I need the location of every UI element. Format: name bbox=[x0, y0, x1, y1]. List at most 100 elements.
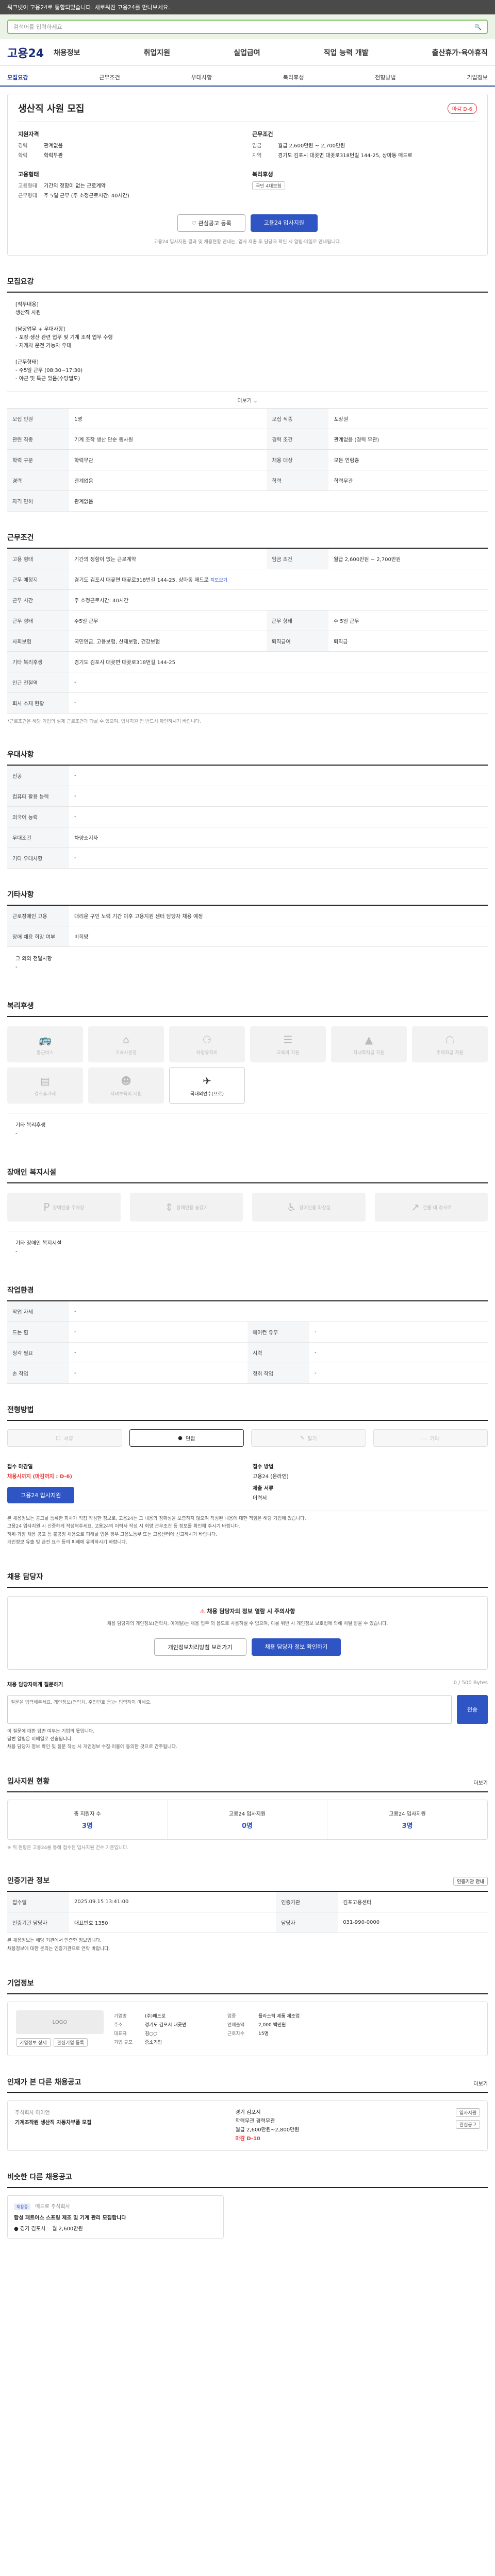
related-card[interactable]: 주식회사 아이언 기계조작원 생산직 자동차부품 모집 경기 김포시 학력무관 … bbox=[7, 2100, 488, 2151]
tab-company[interactable]: 기업정보 bbox=[467, 73, 487, 81]
status-more-link[interactable]: 더보기 bbox=[473, 1778, 488, 1786]
table-key: 경력 조건 bbox=[267, 429, 329, 450]
gnb-item[interactable]: 채용정보 bbox=[54, 47, 80, 58]
info-key: 근로자수 bbox=[227, 2031, 245, 2037]
apply-button-2[interactable]: 고용24 입사지원 bbox=[7, 1487, 75, 1503]
method-label: 필기 bbox=[307, 1436, 317, 1442]
table-key: 회사 소재 현황 bbox=[7, 692, 69, 714]
table-key: 자격 면허 bbox=[7, 490, 69, 512]
extra-value: - bbox=[15, 964, 18, 970]
table-key: 장애 채용 희망 여부 bbox=[7, 926, 69, 947]
tab-conditions[interactable]: 근무조건 bbox=[99, 73, 120, 81]
welfare-tile: ⚆ 차량유지비 bbox=[169, 1026, 245, 1062]
welfare-section: 복리후생 🚌 통근버스 ⌂ 기숙사운영 ⚆ 차량유지비 ☰ 교육비 지원 ▲ 자녀학자금 … bbox=[7, 1001, 488, 1146]
table-value: - bbox=[69, 766, 488, 786]
table-key: 손 작업 bbox=[7, 1363, 69, 1384]
related-scrap-button[interactable]: 관심공고 bbox=[455, 2120, 480, 2129]
welfare-label: 차량유지비 bbox=[196, 1050, 218, 1056]
tab-recruit[interactable]: 모집요강 bbox=[7, 73, 28, 81]
inquiry-send-button[interactable]: 전송 bbox=[457, 1694, 488, 1724]
table-row: 근무 예정지 경기도 김포시 대곶면 대곶로318번길 144-25, 상마동 매… bbox=[7, 569, 488, 590]
top-banner: 워크넷이 고용24로 통합되었습니다. 새로워진 고용24를 만나보세요. bbox=[0, 0, 495, 14]
table-key: 모집 직종 bbox=[267, 409, 329, 429]
gnb-item[interactable]: 취업지원 bbox=[144, 47, 171, 58]
similar-card[interactable]: 채용중 매드로 주식회사 합성 패트어스 스프링 제조 및 기계 관리 모집합니… bbox=[7, 2195, 224, 2239]
similar-company: 매드로 주식회사 bbox=[35, 2204, 70, 2210]
site-logo[interactable]: 고용24 bbox=[7, 44, 54, 61]
related-line: 마감 D-10 bbox=[235, 2136, 260, 2142]
table-key: 인증기관 bbox=[276, 1892, 338, 1913]
bus-icon: 🚌 bbox=[39, 1033, 52, 1046]
search-input[interactable]: 검색어를 입력하세요 🔍 bbox=[7, 20, 488, 34]
summary-head-conditions: 근무조건 bbox=[252, 131, 273, 138]
table-value: - bbox=[309, 1363, 488, 1384]
similar-job-title[interactable]: 합성 패트어스 스프링 제조 및 기계 관리 모집합니다 bbox=[14, 2213, 217, 2221]
table-row: 근로장애인 고용 대리운 구인 노력 기간 이후 고용지원 센터 담당자 채용 예… bbox=[7, 906, 488, 926]
inquiry-head: 채용 담당자에게 질문하기 0 / 500 Bytes bbox=[7, 1680, 488, 1688]
show-contact-button[interactable]: 채용 담당자 정보 확인하기 bbox=[251, 1638, 341, 1656]
gnb-item[interactable]: 직업 능력 개발 bbox=[324, 47, 369, 58]
table-value: - bbox=[69, 806, 488, 827]
table-value: 차량소지자 bbox=[69, 827, 488, 848]
gnb-item[interactable]: 출산휴가·육아휴직 bbox=[432, 47, 488, 58]
agency-table: 접수일 2025.09.15 13:41:00 인증기관 김포고용센터 인증기관 담당… bbox=[7, 1892, 488, 1934]
section-tabs: 모집요강 근무조건 우대사항 복리후생 전형방법 기업정보 bbox=[0, 66, 495, 87]
table-value: 2025.09.15 13:41:00 bbox=[69, 1892, 276, 1913]
global-nav: 고용24 채용정보 취업지원 실업급여 직업 능력 개발 출산휴가·육아휴직 bbox=[0, 39, 495, 66]
note-line: 답변 알림은 이메일로 전송됩니다. bbox=[7, 1736, 73, 1742]
related-job-title[interactable]: 기계조작원 생산직 자동차부품 모집 bbox=[15, 2118, 225, 2126]
related-header: 인재가 본 다른 채용공고 더보기 bbox=[7, 2077, 488, 2094]
tab-preference[interactable]: 우대사항 bbox=[191, 73, 212, 81]
deadline-label: 접수 마감일 bbox=[7, 1464, 33, 1470]
table-value: - bbox=[69, 672, 488, 693]
map-link[interactable]: 지도보기 bbox=[210, 578, 227, 583]
related-apply-button[interactable]: 입사지원 bbox=[455, 2108, 480, 2117]
welfare-tile: ☻ 자녀보육비 지원 bbox=[88, 1067, 164, 1104]
table-key: 근무 형태 bbox=[7, 610, 69, 631]
table-row: 기타 복리후생 경기도 김포시 대곶면 대곶로318번길 144-25 bbox=[7, 651, 488, 672]
scrap-button[interactable]: ♡ 관심공고 등록 bbox=[177, 214, 245, 232]
table-row: 고용 형태 기간의 정함이 없는 근로계약 임금 조건 월급 2,600만원 ~ 2,… bbox=[7, 549, 488, 569]
welfare-tile: ⌂ 기숙사운영 bbox=[88, 1026, 164, 1062]
table-key: 청취 작업 bbox=[248, 1363, 309, 1384]
more-button[interactable]: 더보기 ⌄ bbox=[7, 392, 488, 409]
table-row: 경력 관계없음 학력 학력무관 bbox=[7, 470, 488, 491]
inquiry-form: 전송 bbox=[7, 1694, 488, 1724]
company-detail-button[interactable]: 기업정보 상세 bbox=[16, 2038, 51, 2047]
inquiry-input[interactable] bbox=[7, 1694, 452, 1724]
table-key: 근무 예정지 bbox=[7, 569, 69, 590]
info-key: 연매출액 bbox=[227, 2023, 245, 2028]
facility-label: 장애인용 승강기 bbox=[176, 1205, 208, 1211]
related-line: 월급 2,600만원~2,800만원 bbox=[235, 2127, 300, 2133]
tab-method[interactable]: 전형방법 bbox=[375, 73, 395, 81]
info-value: 플라스틱 제품 제조업 bbox=[258, 2014, 300, 2020]
desc-line bbox=[15, 350, 480, 359]
recruit-description: [직무내용] 생산직 사원 [담당업무 + 우대사항] - 포장·생산 관련 업… bbox=[7, 293, 488, 392]
chevron-down-icon: ⌄ bbox=[253, 398, 258, 404]
table-row: 우대조건 차량소지자 bbox=[7, 827, 488, 848]
stat-item: 고용24 입사지원 0명 bbox=[168, 1800, 327, 1840]
summary-key: 지역 bbox=[252, 153, 262, 159]
other-value: - bbox=[15, 1131, 18, 1137]
privacy-button[interactable]: 개인정보처리방침 보러가기 bbox=[154, 1638, 246, 1656]
search-icon[interactable]: 🔍 bbox=[474, 24, 482, 30]
prefer-table: 전공 - 컴퓨터 활용 능력 - 외국어 능력 - 우대조건 차량소지자 기타 우대사항… bbox=[7, 766, 488, 869]
welfare-label: 경조휴가제 bbox=[34, 1091, 56, 1097]
apply-button[interactable]: 고용24 입사지원 bbox=[250, 214, 318, 232]
related-more-link[interactable]: 더보기 bbox=[473, 2079, 488, 2087]
company-card: LOGO 기업정보 상세 관심기업 등록 기업명 (주)매드로 업종 플라스틱 제품 … bbox=[7, 2002, 488, 2057]
company-interest-button[interactable]: 관심기업 등록 bbox=[53, 2038, 88, 2047]
method-item: □ 서류 bbox=[7, 1429, 122, 1447]
parking-icon: P bbox=[43, 1201, 50, 1213]
table-key: 인근 전철역 bbox=[7, 672, 69, 693]
section-title: 우대사항 bbox=[7, 749, 488, 766]
gnb-item[interactable]: 실업급여 bbox=[234, 47, 260, 58]
desc-line: - 야근 및 특근 있음(수당별도) bbox=[15, 376, 80, 382]
job-title: 생산직 사원 모집 bbox=[18, 104, 85, 114]
summary-value: 주 5일 근무 (주 소정근로시간: 40시간) bbox=[44, 193, 129, 199]
welfare-label: 자녀보육비 지원 bbox=[110, 1091, 142, 1097]
agency-info-button[interactable]: 인증기관 안내 bbox=[453, 1877, 488, 1886]
table-value: 모든 연령층 bbox=[328, 449, 488, 470]
env-section: 작업환경 작업 자세 - 드는 힘 - 에어컨 유무 - 청각 필요 - 시력 - 손 작업 -… bbox=[7, 1285, 488, 1384]
tab-welfare[interactable]: 복리후생 bbox=[283, 73, 304, 81]
